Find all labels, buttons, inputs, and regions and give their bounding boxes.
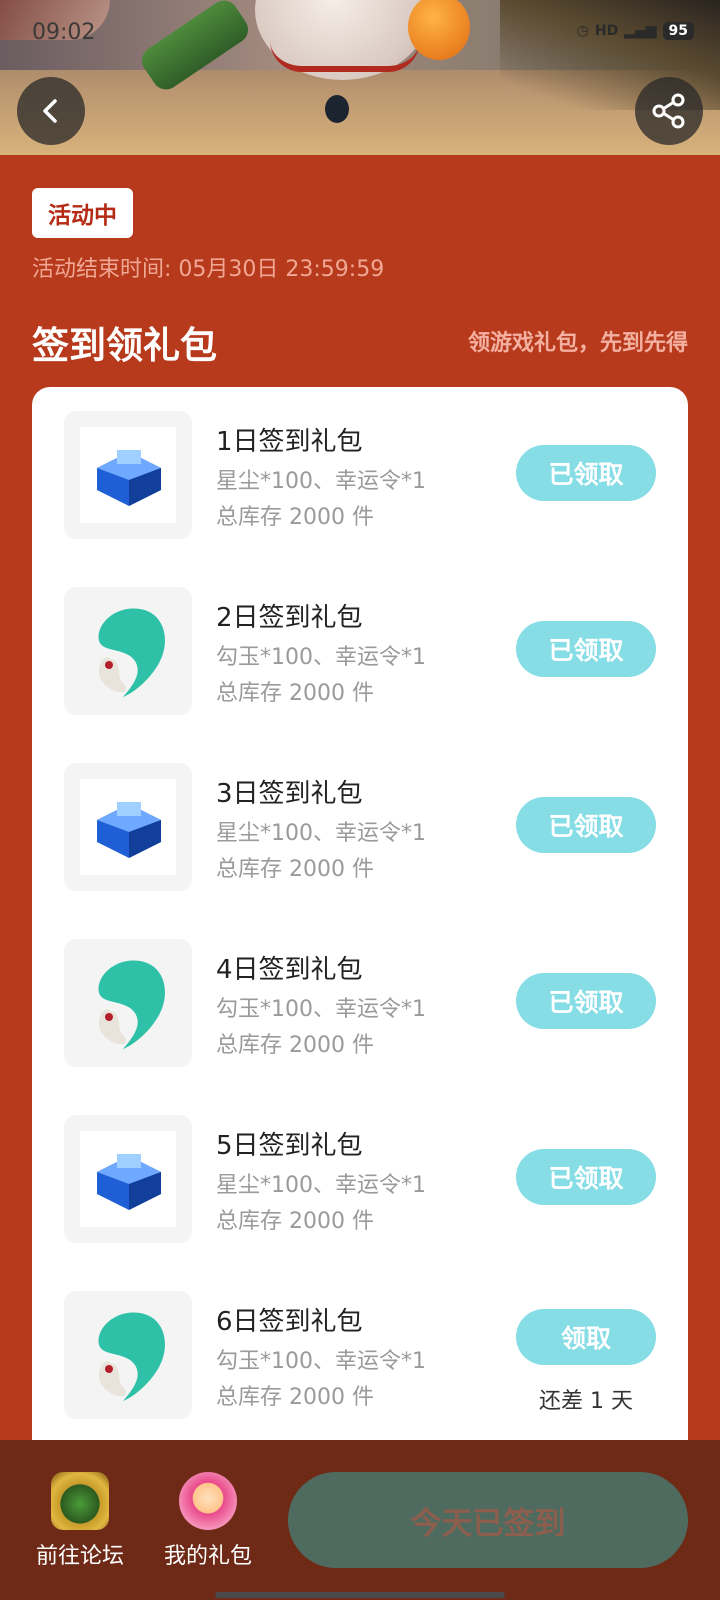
chevron-left-icon	[43, 99, 57, 123]
gift-pack-stock: 总库存 2000 件	[216, 857, 374, 882]
signed-in-today-button[interactable]: 今天已签到	[288, 1472, 688, 1568]
alarm-icon: ◷	[576, 23, 589, 39]
gift-pack-contents: 星尘*100、幸运令*1	[216, 1173, 426, 1198]
claimed-button[interactable]: 已领取	[516, 1149, 656, 1205]
event-content: 活动中 活动结束时间: 05月30日 23:59:59 签到领礼包 领游戏礼包，…	[0, 155, 720, 1487]
gift-pack-item: 5日签到礼包 星尘*100、幸运令*1 总库存 2000 件 已领取	[32, 1091, 688, 1267]
gift-pack-name: 6日签到礼包	[216, 1307, 363, 1337]
banner-art-shadow	[325, 95, 349, 123]
gift-pack-name: 5日签到礼包	[216, 1131, 363, 1161]
signal-icon: ▂▄▆	[624, 23, 657, 39]
blue-crystal-chest-icon	[64, 763, 192, 891]
my-gifts-button[interactable]: 我的礼包	[158, 1472, 258, 1570]
status-time: 09:02	[32, 20, 96, 45]
gift-avatar-icon	[179, 1472, 237, 1530]
gift-pack-stock: 总库存 2000 件	[216, 681, 374, 706]
gift-pack-item: 2日签到礼包 勾玉*100、幸运令*1 总库存 2000 件 已领取	[32, 563, 688, 739]
hd-icon: HD	[594, 23, 619, 39]
claimed-button[interactable]: 已领取	[516, 445, 656, 501]
claimed-button[interactable]: 已领取	[516, 973, 656, 1029]
claimed-button[interactable]: 已领取	[516, 621, 656, 677]
event-end-time: 活动结束时间: 05月30日 23:59:59	[32, 257, 385, 282]
gift-pack-contents: 勾玉*100、幸运令*1	[216, 645, 426, 670]
status-bar: 09:02 ◷ HD ▂▄▆ 95	[0, 0, 720, 70]
forum-game-icon	[51, 1472, 109, 1530]
gift-pack-stock: 总库存 2000 件	[216, 505, 374, 530]
jade-magatama-icon	[64, 1291, 192, 1419]
gift-pack-item: 4日签到礼包 勾玉*100、幸运令*1 总库存 2000 件 已领取	[32, 915, 688, 1091]
gift-pack-stock: 总库存 2000 件	[216, 1385, 374, 1410]
jade-magatama-icon	[64, 939, 192, 1067]
gift-pack-item: 6日签到礼包 勾玉*100、幸运令*1 总库存 2000 件 领取 还差 1 天	[32, 1267, 688, 1443]
days-remaining: 还差 1 天	[539, 1389, 633, 1414]
header-banner: 09:02 ◷ HD ▂▄▆ 95	[0, 0, 720, 155]
gift-pack-item: 1日签到礼包 星尘*100、幸运令*1 总库存 2000 件 已领取	[32, 387, 688, 563]
gift-pack-stock: 总库存 2000 件	[216, 1209, 374, 1234]
gift-pack-name: 2日签到礼包	[216, 603, 363, 633]
jade-magatama-icon	[64, 587, 192, 715]
forum-button[interactable]: 前往论坛	[30, 1472, 130, 1570]
claim-button[interactable]: 领取	[516, 1309, 656, 1365]
gift-pack-contents: 勾玉*100、幸运令*1	[216, 997, 426, 1022]
gift-pack-list: 1日签到礼包 星尘*100、幸运令*1 总库存 2000 件 已领取 2日签到礼…	[32, 387, 688, 1487]
section-subtitle: 领游戏礼包，先到先得	[467, 331, 688, 356]
gift-pack-name: 1日签到礼包	[216, 427, 363, 457]
claimed-button[interactable]: 已领取	[516, 797, 656, 853]
gift-pack-item: 3日签到礼包 星尘*100、幸运令*1 总库存 2000 件 已领取	[32, 739, 688, 915]
battery-level: 95	[662, 22, 694, 40]
gift-pack-contents: 星尘*100、幸运令*1	[216, 469, 426, 494]
my-gifts-label: 我的礼包	[163, 1544, 252, 1569]
gift-pack-name: 4日签到礼包	[216, 955, 363, 985]
share-icon	[652, 93, 685, 129]
section-title: 签到领礼包	[32, 324, 217, 367]
blue-crystal-chest-icon	[64, 411, 192, 539]
gift-pack-contents: 星尘*100、幸运令*1	[216, 821, 426, 846]
share-button[interactable]	[635, 77, 703, 145]
gift-pack-stock: 总库存 2000 件	[216, 1033, 374, 1058]
gift-pack-name: 3日签到礼包	[216, 779, 363, 809]
event-status-badge: 活动中	[32, 188, 133, 238]
forum-label: 前往论坛	[35, 1544, 124, 1569]
status-icons: ◷ HD ▂▄▆ 95	[577, 22, 694, 40]
blue-crystal-chest-icon	[64, 1115, 192, 1243]
gift-pack-contents: 勾玉*100、幸运令*1	[216, 1349, 426, 1374]
bottom-bar: 前往论坛 我的礼包 今天已签到	[0, 1440, 720, 1600]
back-button[interactable]	[17, 77, 85, 145]
home-indicator[interactable]	[215, 1592, 505, 1598]
